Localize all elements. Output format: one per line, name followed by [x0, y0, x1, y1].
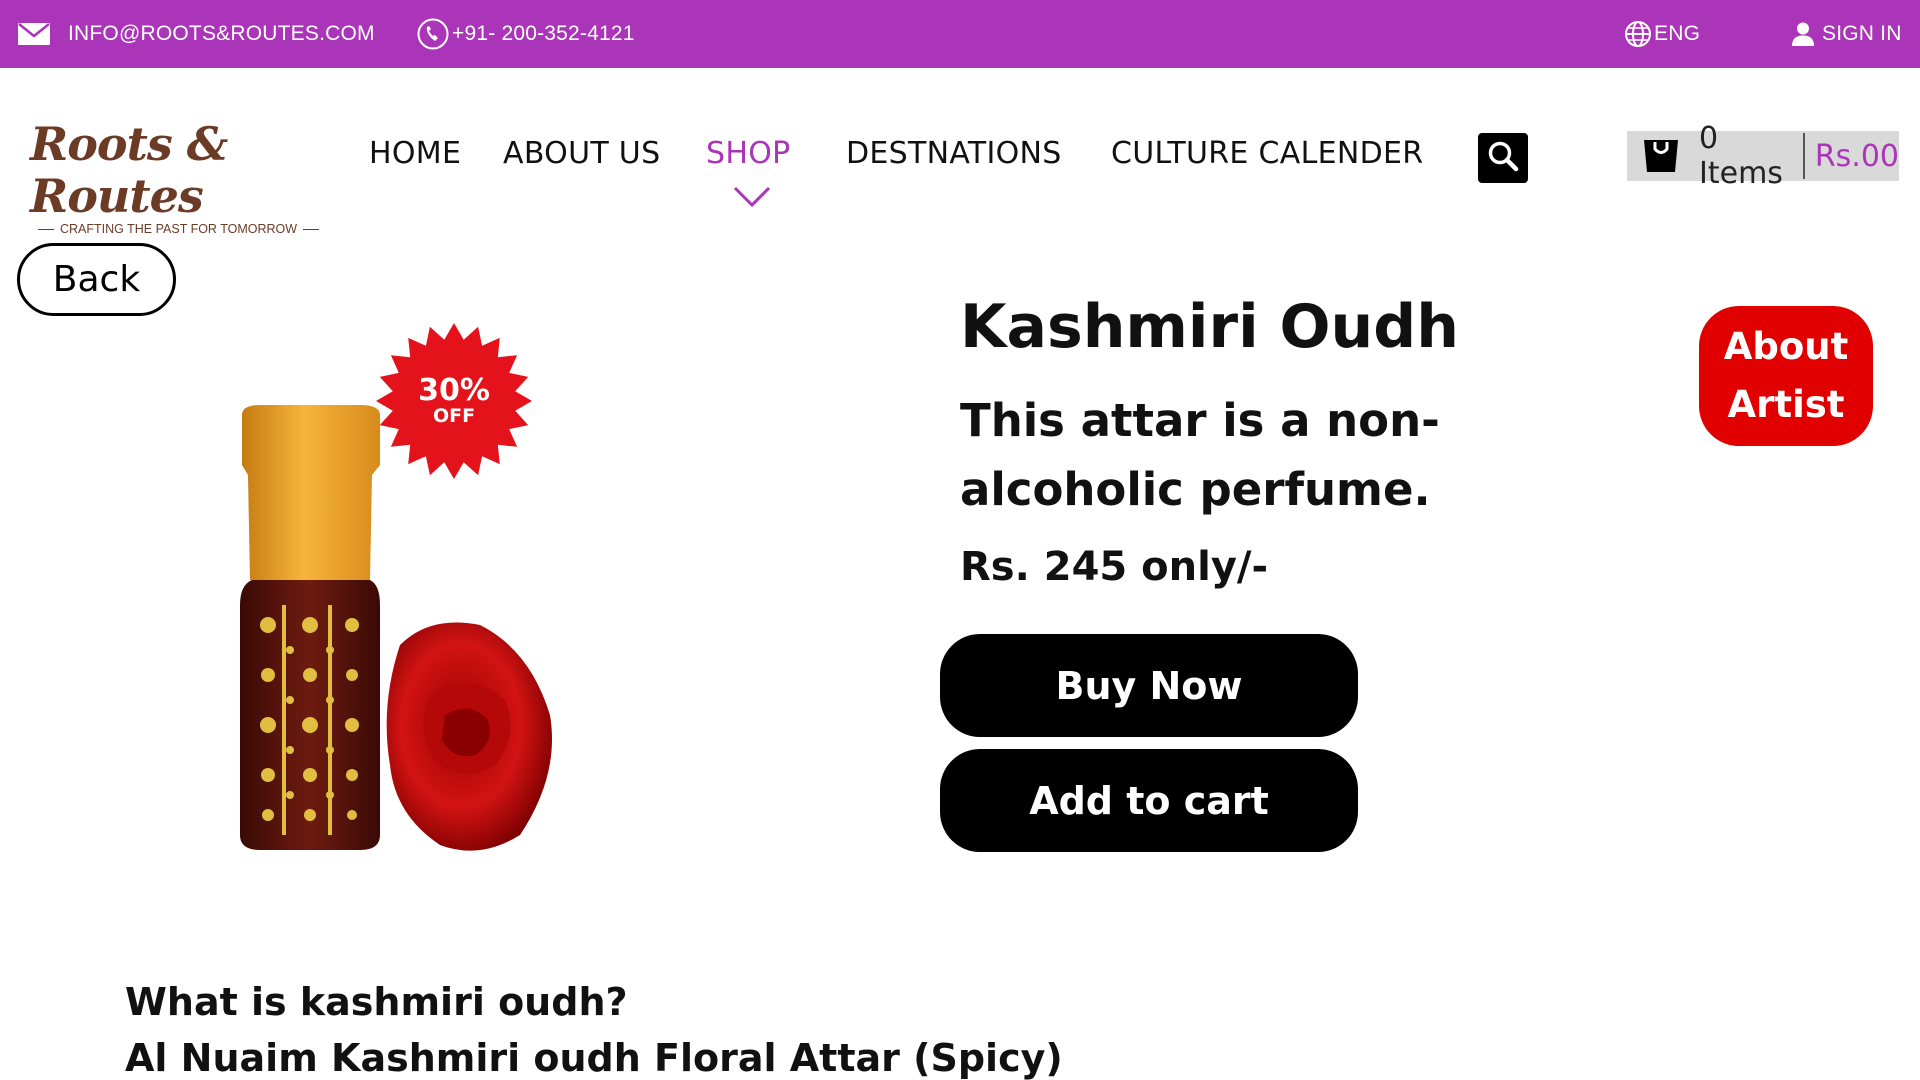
email-text: INFO@ROOTS&ROUTES.COM [68, 22, 375, 45]
brand-logo[interactable]: Roots & Routes CRAFTING THE PAST FOR TOM… [30, 118, 320, 236]
phone-icon [417, 18, 449, 50]
nav-culture-calender[interactable]: CULTURE CALENDER [1111, 136, 1423, 171]
brand-name: Roots & Routes [30, 117, 228, 223]
sign-in-link[interactable]: SIGN IN [1792, 0, 1902, 68]
about-artist-line2: Artist [1727, 383, 1845, 426]
phone-text: +91- 200-352-4121 [452, 22, 635, 45]
nav-about-us[interactable]: ABOUT US [503, 136, 660, 171]
cart-total: Rs.00 [1814, 138, 1899, 174]
nav-destinations[interactable]: DESTNATIONS [846, 136, 1062, 171]
globe-icon [1624, 20, 1652, 48]
product-subtitle: This attar is a non-alcoholic perfume. [960, 394, 1440, 516]
user-icon [1792, 22, 1814, 46]
badge-off: OFF [432, 405, 476, 427]
about-artist-button[interactable]: About Artist [1699, 306, 1873, 446]
nav-shop[interactable]: SHOP [706, 136, 791, 171]
search-icon [1487, 140, 1519, 176]
discount-badge: 30% OFF [376, 323, 532, 479]
shopping-bag-icon [1641, 134, 1681, 178]
description-question: What is kashmiri oudh? [125, 980, 628, 1024]
buy-now-button[interactable]: Buy Now [940, 634, 1358, 737]
cart-count: 0 Items [1699, 121, 1783, 191]
mail-icon [18, 23, 50, 45]
brand-tagline: CRAFTING THE PAST FOR TOMORROW [60, 222, 298, 236]
description-line: Al Nuaim Kashmiri oudh Floral Attar (Spi… [125, 1036, 1063, 1080]
product-price: Rs. 245 only/- [960, 544, 1269, 590]
phone-link[interactable]: +91- 200-352-4121 [417, 0, 635, 68]
nav-home[interactable]: HOME [369, 136, 461, 171]
top-bar: INFO@ROOTS&ROUTES.COM +91- 200-352-4121 … [0, 0, 1920, 68]
search-button[interactable] [1478, 133, 1528, 183]
add-to-cart-button[interactable]: Add to cart [940, 749, 1358, 852]
chevron-down-icon [733, 186, 771, 212]
email-link[interactable]: INFO@ROOTS&ROUTES.COM [18, 0, 375, 68]
badge-percent: 30% [418, 373, 490, 408]
about-artist-line1: About [1723, 325, 1849, 368]
cart-widget[interactable]: 0 Items Rs.00 [1627, 121, 1899, 191]
language-selector[interactable]: ENG [1624, 0, 1700, 68]
back-button[interactable]: Back [17, 243, 176, 316]
sign-in-text: SIGN IN [1822, 22, 1902, 45]
language-text: ENG [1654, 22, 1701, 45]
product-title: Kashmiri Oudh [960, 292, 1459, 362]
